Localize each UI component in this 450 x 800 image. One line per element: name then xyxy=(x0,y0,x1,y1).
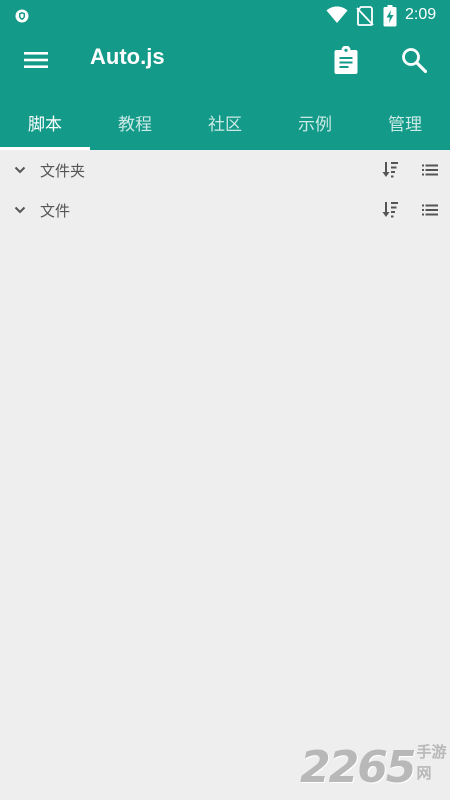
app-bar: 2:09 Auto.js 脚本 教程 社区 示例 管理 xyxy=(0,0,450,150)
list-view-icon xyxy=(422,204,438,216)
tab-scripts[interactable]: 脚本 xyxy=(0,94,90,150)
shield-icon xyxy=(15,9,29,23)
sort-button[interactable] xyxy=(378,198,402,222)
wifi-icon xyxy=(326,6,348,23)
tab-tutorials[interactable]: 教程 xyxy=(90,94,180,150)
chevron-down-icon xyxy=(14,166,26,174)
watermark: 2265 手游网 xyxy=(300,741,450,793)
status-bar: 2:09 xyxy=(0,0,450,32)
no-sim-icon xyxy=(356,6,374,26)
status-time: 2:09 xyxy=(405,6,437,23)
section-label-files: 文件 xyxy=(40,202,71,220)
script-list: 文件夹 文件 xyxy=(0,150,450,230)
chevron-down-icon xyxy=(14,206,26,214)
section-label-folders: 文件夹 xyxy=(40,162,86,180)
watermark-text: 手游网 xyxy=(416,743,447,782)
section-files-header[interactable]: 文件 xyxy=(0,190,450,230)
watermark-number: 2265 xyxy=(300,741,416,793)
sort-icon xyxy=(382,202,398,218)
tab-management[interactable]: 管理 xyxy=(360,94,450,150)
battery-charging-icon xyxy=(383,5,397,27)
hamburger-menu-icon xyxy=(24,52,48,68)
sort-icon xyxy=(382,162,398,178)
list-view-icon xyxy=(422,164,438,176)
tab-community[interactable]: 社区 xyxy=(180,94,270,150)
list-view-button[interactable] xyxy=(418,198,442,222)
toolbar: Auto.js xyxy=(0,32,450,88)
tab-examples[interactable]: 示例 xyxy=(270,94,360,150)
sort-button[interactable] xyxy=(378,158,402,182)
clipboard-icon xyxy=(334,46,358,74)
menu-button[interactable] xyxy=(14,38,58,82)
log-button[interactable] xyxy=(324,38,368,82)
search-icon xyxy=(402,48,427,73)
search-button[interactable] xyxy=(392,38,436,82)
app-title: Auto.js xyxy=(90,44,165,69)
list-view-button[interactable] xyxy=(418,158,442,182)
section-folders-header[interactable]: 文件夹 xyxy=(0,150,450,190)
tab-bar: 脚本 教程 社区 示例 管理 xyxy=(0,94,450,150)
